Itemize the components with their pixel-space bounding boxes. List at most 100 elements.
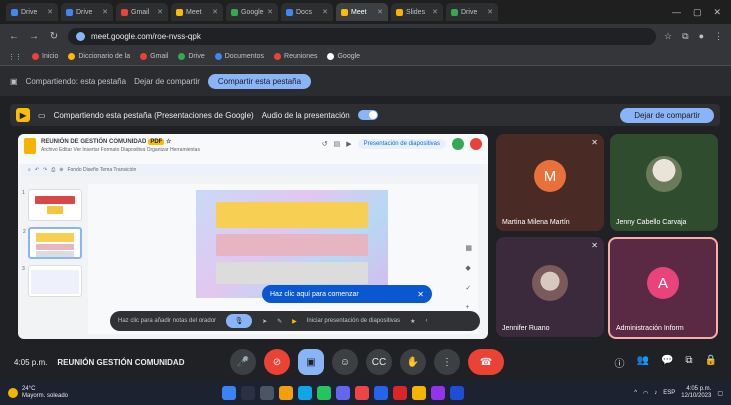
- menu-icon[interactable]: ⋮: [714, 31, 723, 42]
- lock-icon[interactable]: 🔒: [705, 355, 717, 370]
- store-icon[interactable]: [336, 386, 350, 400]
- more-icon[interactable]: ⋮: [434, 349, 460, 375]
- chevron-icon[interactable]: ‹: [426, 318, 428, 324]
- audio-toggle[interactable]: [357, 110, 378, 120]
- bookmark-item[interactable]: Reuniones: [274, 53, 317, 60]
- back-icon[interactable]: ←: [8, 31, 20, 42]
- cursor-icon[interactable]: ➤: [262, 318, 267, 325]
- close-tab-icon[interactable]: ✕: [322, 8, 328, 16]
- profile-icon[interactable]: ●: [699, 31, 704, 42]
- calendar-icon[interactable]: ▦: [465, 244, 472, 252]
- mic-icon[interactable]: 🎙: [226, 314, 253, 328]
- slide-text-box[interactable]: [216, 262, 368, 284]
- share-icon[interactable]: [452, 138, 464, 150]
- slide-text-box[interactable]: [216, 234, 368, 256]
- people-icon[interactable]: 👥: [637, 355, 649, 370]
- network-icon[interactable]: ◠: [643, 390, 648, 397]
- add-icon[interactable]: +: [465, 304, 472, 311]
- participant-tile[interactable]: ✕ M Martina Milena Martín: [496, 134, 604, 231]
- close-tab-icon[interactable]: ✕: [432, 8, 438, 16]
- slide-thumbnail[interactable]: 3: [22, 265, 82, 297]
- current-slide[interactable]: [196, 190, 388, 298]
- raise-hand-icon[interactable]: ✋: [400, 349, 426, 375]
- captions-icon[interactable]: CC: [366, 349, 392, 375]
- comment-icon[interactable]: ▤: [334, 140, 341, 148]
- mic-icon[interactable]: 🎤: [230, 349, 256, 375]
- volume-icon[interactable]: ♪: [654, 390, 657, 396]
- start-slideshow-text[interactable]: Iniciar presentación de diapositivas: [307, 318, 400, 324]
- language-indicator[interactable]: ESP: [663, 390, 675, 396]
- browser-tab[interactable]: Slides ✕: [391, 3, 443, 21]
- notification-icon[interactable]: ▢: [717, 390, 723, 397]
- app-icon[interactable]: [393, 386, 407, 400]
- undo-icon[interactable]: ↶: [35, 167, 39, 173]
- speaker-notes[interactable]: Haz clic para añadir notas del orador: [118, 318, 216, 324]
- star-icon[interactable]: ☆: [664, 31, 672, 42]
- close-tab-icon[interactable]: ✕: [102, 8, 108, 16]
- participant-tile[interactable]: ✕ Jennifer Ruano: [496, 237, 604, 337]
- file-explorer-icon[interactable]: [279, 386, 293, 400]
- camera-off-icon[interactable]: ⊘: [264, 349, 290, 375]
- forward-icon[interactable]: →: [28, 31, 40, 42]
- info-icon[interactable]: ⓘ: [615, 355, 625, 370]
- browser-tab[interactable]: Drive ✕: [446, 3, 498, 21]
- slideshow-button[interactable]: Presentación de diapositivas: [357, 139, 446, 149]
- keep-icon[interactable]: ◆: [465, 264, 472, 272]
- toolbar-text[interactable]: Fondo Diseño Tema Transición: [67, 167, 136, 173]
- close-tab-icon[interactable]: ✕: [377, 8, 383, 16]
- close-tab-icon[interactable]: ✕: [267, 8, 273, 16]
- slide-title-box[interactable]: [216, 202, 368, 228]
- chrome-icon[interactable]: [412, 386, 426, 400]
- app-icon[interactable]: [450, 386, 464, 400]
- maximize-icon[interactable]: ▢: [693, 7, 702, 18]
- bookmark-item[interactable]: Diccionario de la: [68, 53, 130, 60]
- reload-icon[interactable]: ↻: [48, 31, 60, 42]
- site-info-icon[interactable]: [76, 31, 85, 41]
- close-tab-icon[interactable]: ✕: [47, 8, 53, 16]
- more-options-icon[interactable]: ✕: [591, 241, 598, 250]
- star-icon[interactable]: ☆: [166, 139, 171, 145]
- bookmark-item[interactable]: Google: [327, 53, 360, 60]
- close-tab-icon[interactable]: ✕: [157, 8, 163, 16]
- stop-sharing-button[interactable]: Dejar de compartir: [620, 107, 714, 123]
- emoji-icon[interactable]: ☺: [332, 349, 358, 375]
- chevron-up-icon[interactable]: ^: [634, 390, 637, 396]
- share-tab-button[interactable]: Compartir esta pestaña: [207, 73, 312, 89]
- chat-icon[interactable]: 💬: [661, 355, 673, 370]
- url-field[interactable]: meet.google.com/roe-nvss-qpk: [68, 27, 657, 45]
- app-icon[interactable]: [355, 386, 369, 400]
- present-icon[interactable]: ▣: [298, 349, 324, 375]
- more-options-icon[interactable]: ✕: [591, 138, 598, 147]
- app-icon[interactable]: [431, 386, 445, 400]
- browser-tab[interactable]: Meet ✕: [171, 3, 223, 21]
- browser-tab[interactable]: Drive ✕: [61, 3, 113, 21]
- close-tab-icon[interactable]: ✕: [487, 8, 493, 16]
- slides-menu[interactable]: Archivo Editar Ver Insertar Formato Diap…: [41, 147, 200, 153]
- bookmark-item[interactable]: Drive: [178, 53, 205, 60]
- close-tab-icon[interactable]: ✕: [212, 8, 218, 16]
- pen-icon[interactable]: ✎: [277, 318, 282, 325]
- bookmark-item[interactable]: Documentos: [214, 53, 264, 60]
- apps-icon[interactable]: ⋮⋮: [8, 53, 22, 61]
- edge-icon[interactable]: [298, 386, 312, 400]
- participant-tile[interactable]: Jenny Cabello Carvaja: [610, 134, 718, 231]
- print-icon[interactable]: ⎙: [51, 167, 55, 173]
- extensions-icon[interactable]: ⧉: [682, 31, 688, 42]
- browser-tab[interactable]: Gmail ✕: [116, 3, 168, 21]
- word-icon[interactable]: [374, 386, 388, 400]
- tasks-icon[interactable]: ✓: [465, 284, 472, 292]
- browser-tab[interactable]: Drive ✕: [6, 3, 58, 21]
- bookmark-item[interactable]: Inicio: [32, 53, 58, 60]
- zoom-icon[interactable]: ⊕: [59, 167, 63, 173]
- close-window-icon[interactable]: ✕: [713, 7, 721, 18]
- start-icon[interactable]: [222, 386, 236, 400]
- hangup-icon[interactable]: ☎: [468, 349, 504, 375]
- activities-icon[interactable]: ⧉: [685, 355, 692, 370]
- weather-widget[interactable]: 24°C Mayorm. soleado: [8, 386, 68, 400]
- video-icon[interactable]: ▶: [346, 140, 351, 148]
- slide-thumbnail-selected[interactable]: 2: [23, 227, 82, 259]
- doc-title[interactable]: REUNIÓN DE GESTIÓN COMUNIDAD PDF ☆: [41, 138, 200, 145]
- browser-tab[interactable]: Google ✕: [226, 3, 278, 21]
- history-icon[interactable]: ↺: [322, 140, 328, 148]
- slide-thumbnail[interactable]: 1: [22, 189, 82, 221]
